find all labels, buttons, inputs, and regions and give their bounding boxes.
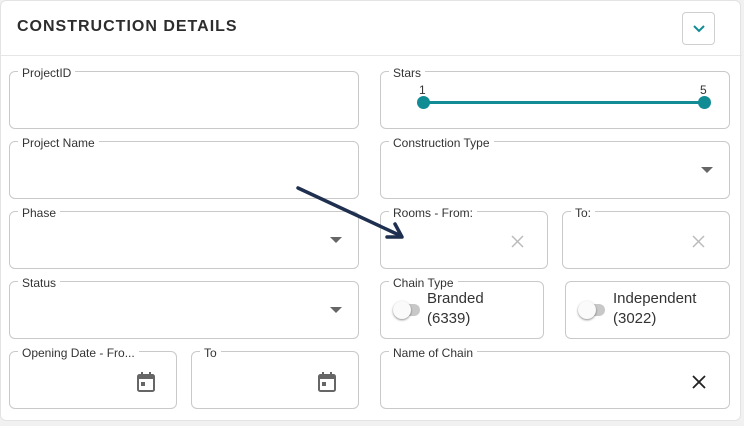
phase-label: Phase xyxy=(18,206,61,220)
stars-field: Stars 1 5 xyxy=(380,66,730,129)
opening-date-from-label: Opening Date - Fro... xyxy=(18,346,139,360)
annotation-arrow-icon xyxy=(296,186,404,239)
calendar-icon[interactable] xyxy=(137,372,155,392)
chevron-down-icon xyxy=(692,24,705,32)
stars-max-value: 5 xyxy=(700,83,707,97)
name-of-chain-label: Name of Chain xyxy=(389,346,478,360)
chain-type-label: Chain Type xyxy=(389,276,458,290)
project-id-field[interactable]: ProjectID xyxy=(9,66,359,129)
opening-date-to-label: To xyxy=(200,346,221,360)
branded-count: (6339) xyxy=(427,310,471,327)
independent-count: (3022) xyxy=(613,310,657,327)
name-of-chain-field[interactable]: Name of Chain xyxy=(380,346,730,409)
construction-type-select[interactable]: Construction Type xyxy=(380,136,730,199)
stars-min-value: 1 xyxy=(419,83,426,97)
panel-title: CONSTRUCTION DETAILS xyxy=(17,18,238,35)
stars-label: Stars xyxy=(389,66,426,80)
opening-date-from-field[interactable]: Opening Date - Fro... xyxy=(9,346,177,409)
branded-toggle[interactable] xyxy=(393,301,420,319)
rooms-to-label: To: xyxy=(571,206,596,220)
chain-type-branded-box: Chain Type Branded (6339) xyxy=(380,276,544,339)
independent-toggle[interactable] xyxy=(578,301,605,319)
toggle-knob xyxy=(578,301,596,319)
construction-type-label: Construction Type xyxy=(389,136,494,150)
opening-date-to-field[interactable]: To xyxy=(191,346,359,409)
clear-icon[interactable] xyxy=(692,235,705,248)
toggle-knob xyxy=(393,301,411,319)
collapse-button[interactable] xyxy=(682,12,715,45)
project-id-label: ProjectID xyxy=(18,66,76,80)
stars-min-handle[interactable] xyxy=(417,96,430,109)
chevron-down-icon xyxy=(701,167,713,173)
stars-max-handle[interactable] xyxy=(698,96,711,109)
calendar-icon[interactable] xyxy=(318,372,336,392)
stars-slider-track[interactable] xyxy=(423,101,705,104)
status-label: Status xyxy=(18,276,61,290)
independent-label: Independent xyxy=(613,290,697,307)
panel-header: CONSTRUCTION DETAILS xyxy=(1,1,742,56)
clear-icon[interactable] xyxy=(511,235,524,248)
rooms-to-field[interactable]: To: xyxy=(562,206,730,269)
chain-type-independent-box: Independent (3022) xyxy=(565,281,730,339)
clear-icon[interactable] xyxy=(692,375,706,389)
project-name-label: Project Name xyxy=(18,136,99,150)
branded-label: Branded xyxy=(427,290,484,307)
chevron-down-icon xyxy=(330,307,342,313)
status-select[interactable]: Status xyxy=(9,276,359,339)
